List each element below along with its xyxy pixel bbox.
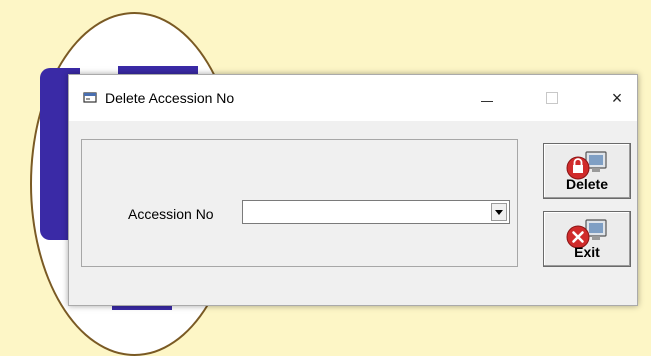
minimize-icon xyxy=(481,100,493,102)
exit-button[interactable]: Exit xyxy=(543,211,631,267)
close-button[interactable]: × xyxy=(599,83,635,113)
exit-button-label: Exit xyxy=(574,244,600,260)
maximize-icon xyxy=(546,92,558,104)
maximize-button xyxy=(534,83,570,113)
accession-groupbox: Accession No xyxy=(81,139,518,267)
minimize-button[interactable] xyxy=(469,83,505,113)
title-bar[interactable]: Delete Accession No × xyxy=(69,75,637,121)
app-window-icon xyxy=(83,92,97,103)
delete-button[interactable]: Delete xyxy=(543,143,631,199)
delete-accession-dialog: Delete Accession No × Accession No Delet… xyxy=(68,74,638,306)
close-icon: × xyxy=(611,87,623,108)
window-title: Delete Accession No xyxy=(105,90,235,106)
accession-no-label: Accession No xyxy=(128,206,214,222)
delete-button-label: Delete xyxy=(565,176,609,192)
accession-dropdown-button[interactable] xyxy=(491,203,507,221)
chevron-down-icon xyxy=(495,209,503,215)
accession-no-input[interactable] xyxy=(245,202,489,222)
accession-no-combobox[interactable] xyxy=(242,200,510,224)
